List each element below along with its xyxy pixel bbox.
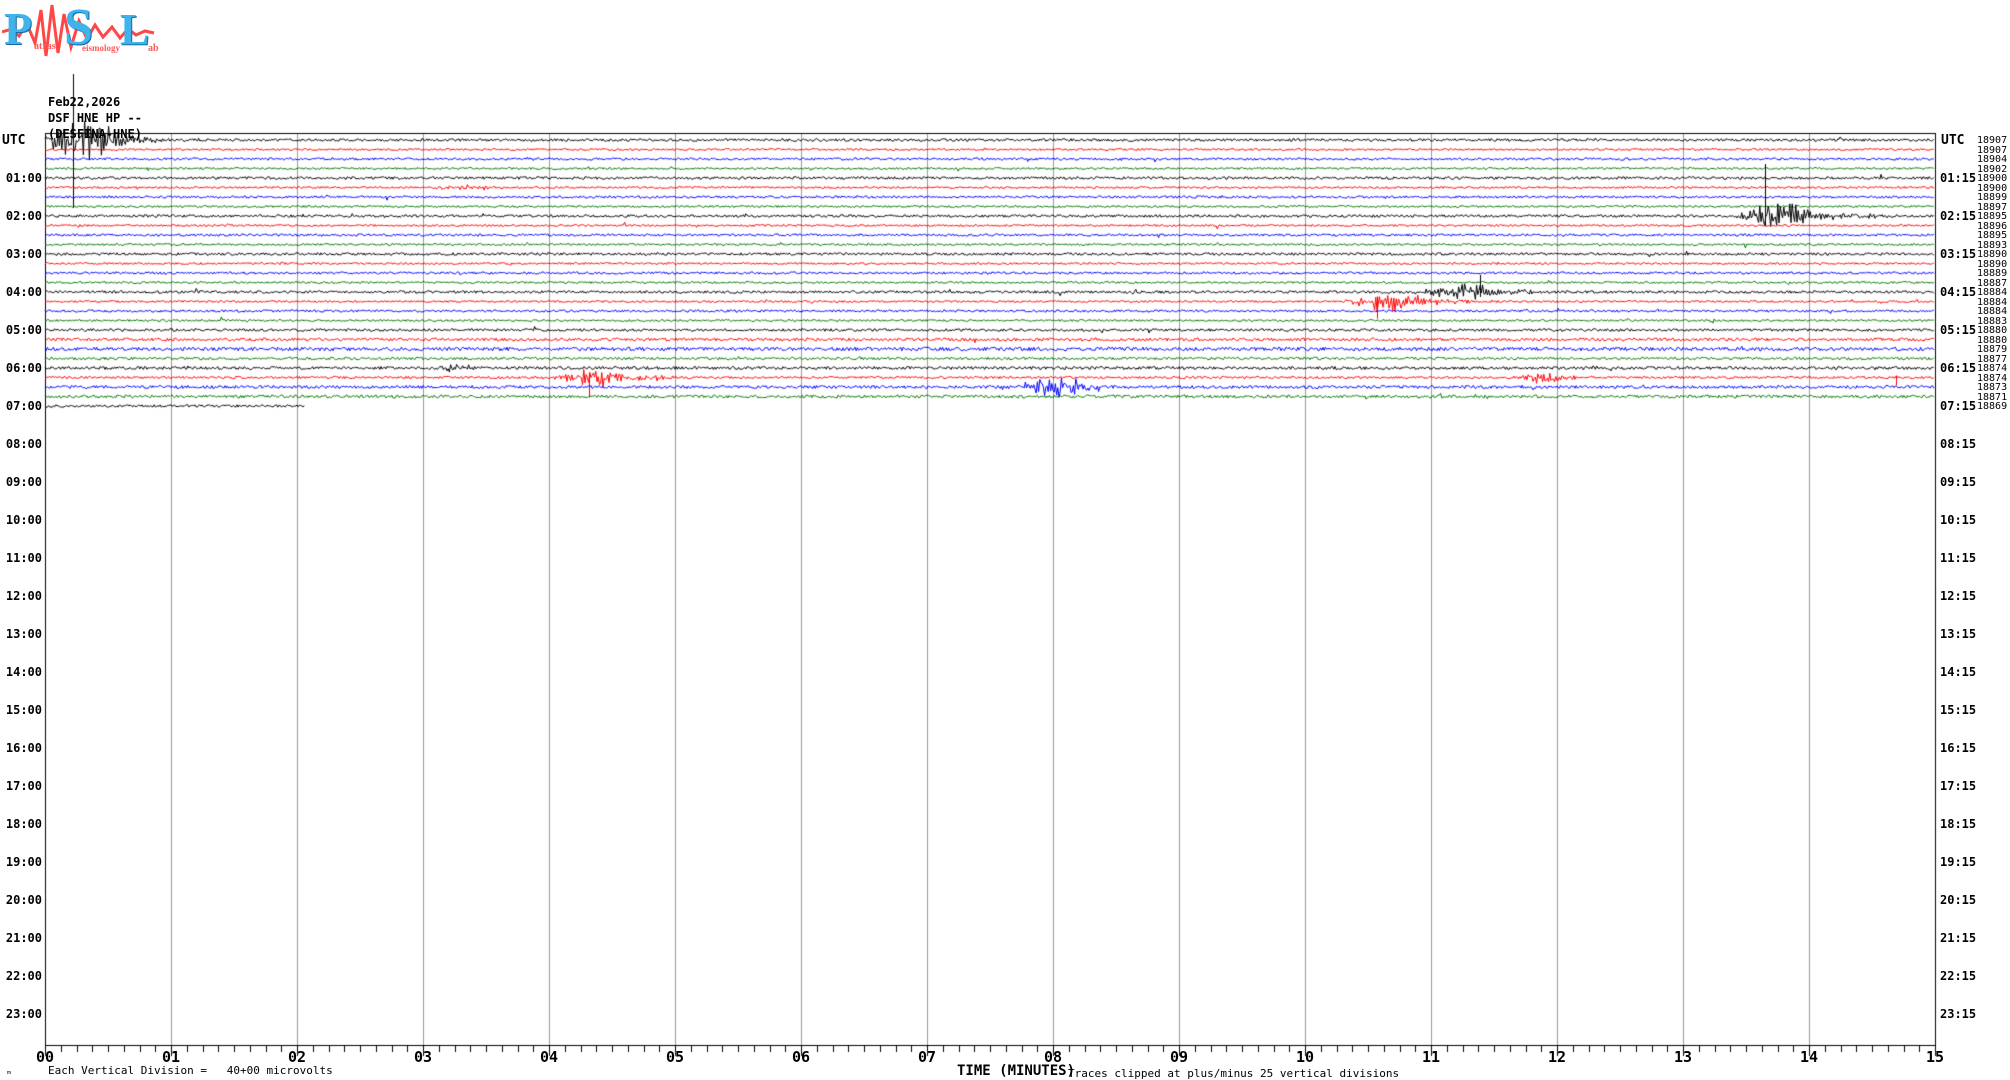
right-hour-label: 08:15 <box>1940 437 1977 451</box>
right-hour-label: 11:15 <box>1940 551 1977 565</box>
minute-tick-label: 06 <box>791 1048 811 1066</box>
left-hour-label: 14:00 <box>5 665 42 679</box>
minute-tick-label: 04 <box>539 1048 559 1066</box>
right-hour-label: 02:15 <box>1940 209 1977 223</box>
right-hour-label: 04:15 <box>1940 285 1977 299</box>
right-hour-label: 17:15 <box>1940 779 1977 793</box>
header-station-name: (DESFINA-HNE) <box>48 127 142 141</box>
left-hour-label: 12:00 <box>5 589 42 603</box>
left-hour-label: 23:00 <box>5 1007 42 1021</box>
left-hour-label: 01:00 <box>5 171 42 185</box>
left-hour-label: 09:00 <box>5 475 42 489</box>
left-hour-label: 11:00 <box>5 551 42 565</box>
right-hour-label: 01:15 <box>1940 171 1977 185</box>
helicorder-page: P atras S eismology L ab Feb22,2026 DSF … <box>0 0 2010 1080</box>
right-hour-label: 15:15 <box>1940 703 1977 717</box>
left-hour-label: 19:00 <box>5 855 42 869</box>
left-hour-label: 04:00 <box>5 285 42 299</box>
left-hour-label: 18:00 <box>5 817 42 831</box>
right-hour-label: 21:15 <box>1940 931 1977 945</box>
left-hour-label: 20:00 <box>5 893 42 907</box>
left-hour-label: 17:00 <box>5 779 42 793</box>
minute-tick-label: 03 <box>413 1048 433 1066</box>
clip-note: Traces clipped at plus/minus 25 vertical… <box>1068 1067 1400 1080</box>
right-hour-label: 09:15 <box>1940 475 1977 489</box>
psl-logo: P atras S eismology L ab <box>1 2 160 60</box>
left-hour-label: 05:00 <box>5 323 42 337</box>
logo-word-eismology: eismology <box>82 43 120 53</box>
minute-tick-label: 05 <box>665 1048 685 1066</box>
right-hour-label: 10:15 <box>1940 513 1977 527</box>
minute-tick-label: 10 <box>1295 1048 1315 1066</box>
minute-tick-label: 11 <box>1421 1048 1441 1066</box>
minute-tick-label: 02 <box>287 1048 307 1066</box>
right-hour-label: 20:15 <box>1940 893 1977 907</box>
left-hour-label: 16:00 <box>5 741 42 755</box>
logo-word-atras: atras <box>34 41 56 52</box>
right-hour-label: 19:15 <box>1940 855 1977 869</box>
minute-tick-label: 00 <box>35 1048 55 1066</box>
left-hour-label: 13:00 <box>5 627 42 641</box>
right-hour-label: 14:15 <box>1940 665 1977 679</box>
right-hour-label: 07:15 <box>1940 399 1977 413</box>
minute-tick-label: 01 <box>161 1048 181 1066</box>
right-hour-label: 23:15 <box>1940 1007 1977 1021</box>
trace-value: 18869 <box>1977 401 2008 412</box>
right-hour-label: 12:15 <box>1940 589 1977 603</box>
right-hour-label: 06:15 <box>1940 361 1977 375</box>
right-hour-label: 13:15 <box>1940 627 1977 641</box>
left-hour-label: 03:00 <box>5 247 42 261</box>
right-hour-label: 16:15 <box>1940 741 1977 755</box>
vertical-scale-note: Each Vertical Division = 40+00 microvolt… <box>48 1064 333 1077</box>
left-hour-label: 21:00 <box>5 931 42 945</box>
header-station: DSF HNE HP -- <box>48 111 142 125</box>
left-hour-label: 22:00 <box>5 969 42 983</box>
utc-label-right: UTC <box>1941 133 1965 148</box>
minute-tick-label: 12 <box>1547 1048 1567 1066</box>
minute-tick-label: 15 <box>1925 1048 1945 1066</box>
left-hour-label: 02:00 <box>5 209 42 223</box>
left-hour-label: 10:00 <box>5 513 42 527</box>
right-hour-label: 18:15 <box>1940 817 1977 831</box>
minute-tick-label: 14 <box>1799 1048 1819 1066</box>
minute-tick-label: 07 <box>917 1048 937 1066</box>
helicorder-canvas <box>0 0 2010 1080</box>
left-hour-label: 07:00 <box>5 399 42 413</box>
utc-label-left: UTC <box>2 133 26 148</box>
corner-glyph: ₘ <box>6 1066 13 1077</box>
right-hour-label: 03:15 <box>1940 247 1977 261</box>
logo-letter-p: P <box>4 3 33 54</box>
x-axis-title: TIME (MINUTES) <box>957 1063 1076 1079</box>
right-hour-label: 22:15 <box>1940 969 1977 983</box>
logo-word-ab: ab <box>148 43 159 54</box>
header-date: Feb22,2026 <box>48 95 121 109</box>
left-hour-label: 08:00 <box>5 437 42 451</box>
left-hour-label: 15:00 <box>5 703 42 717</box>
right-hour-label: 05:15 <box>1940 323 1977 337</box>
left-hour-label: 06:00 <box>5 361 42 375</box>
minute-tick-label: 13 <box>1673 1048 1693 1066</box>
logo-letter-l: L <box>120 5 150 54</box>
minute-tick-label: 09 <box>1169 1048 1189 1066</box>
